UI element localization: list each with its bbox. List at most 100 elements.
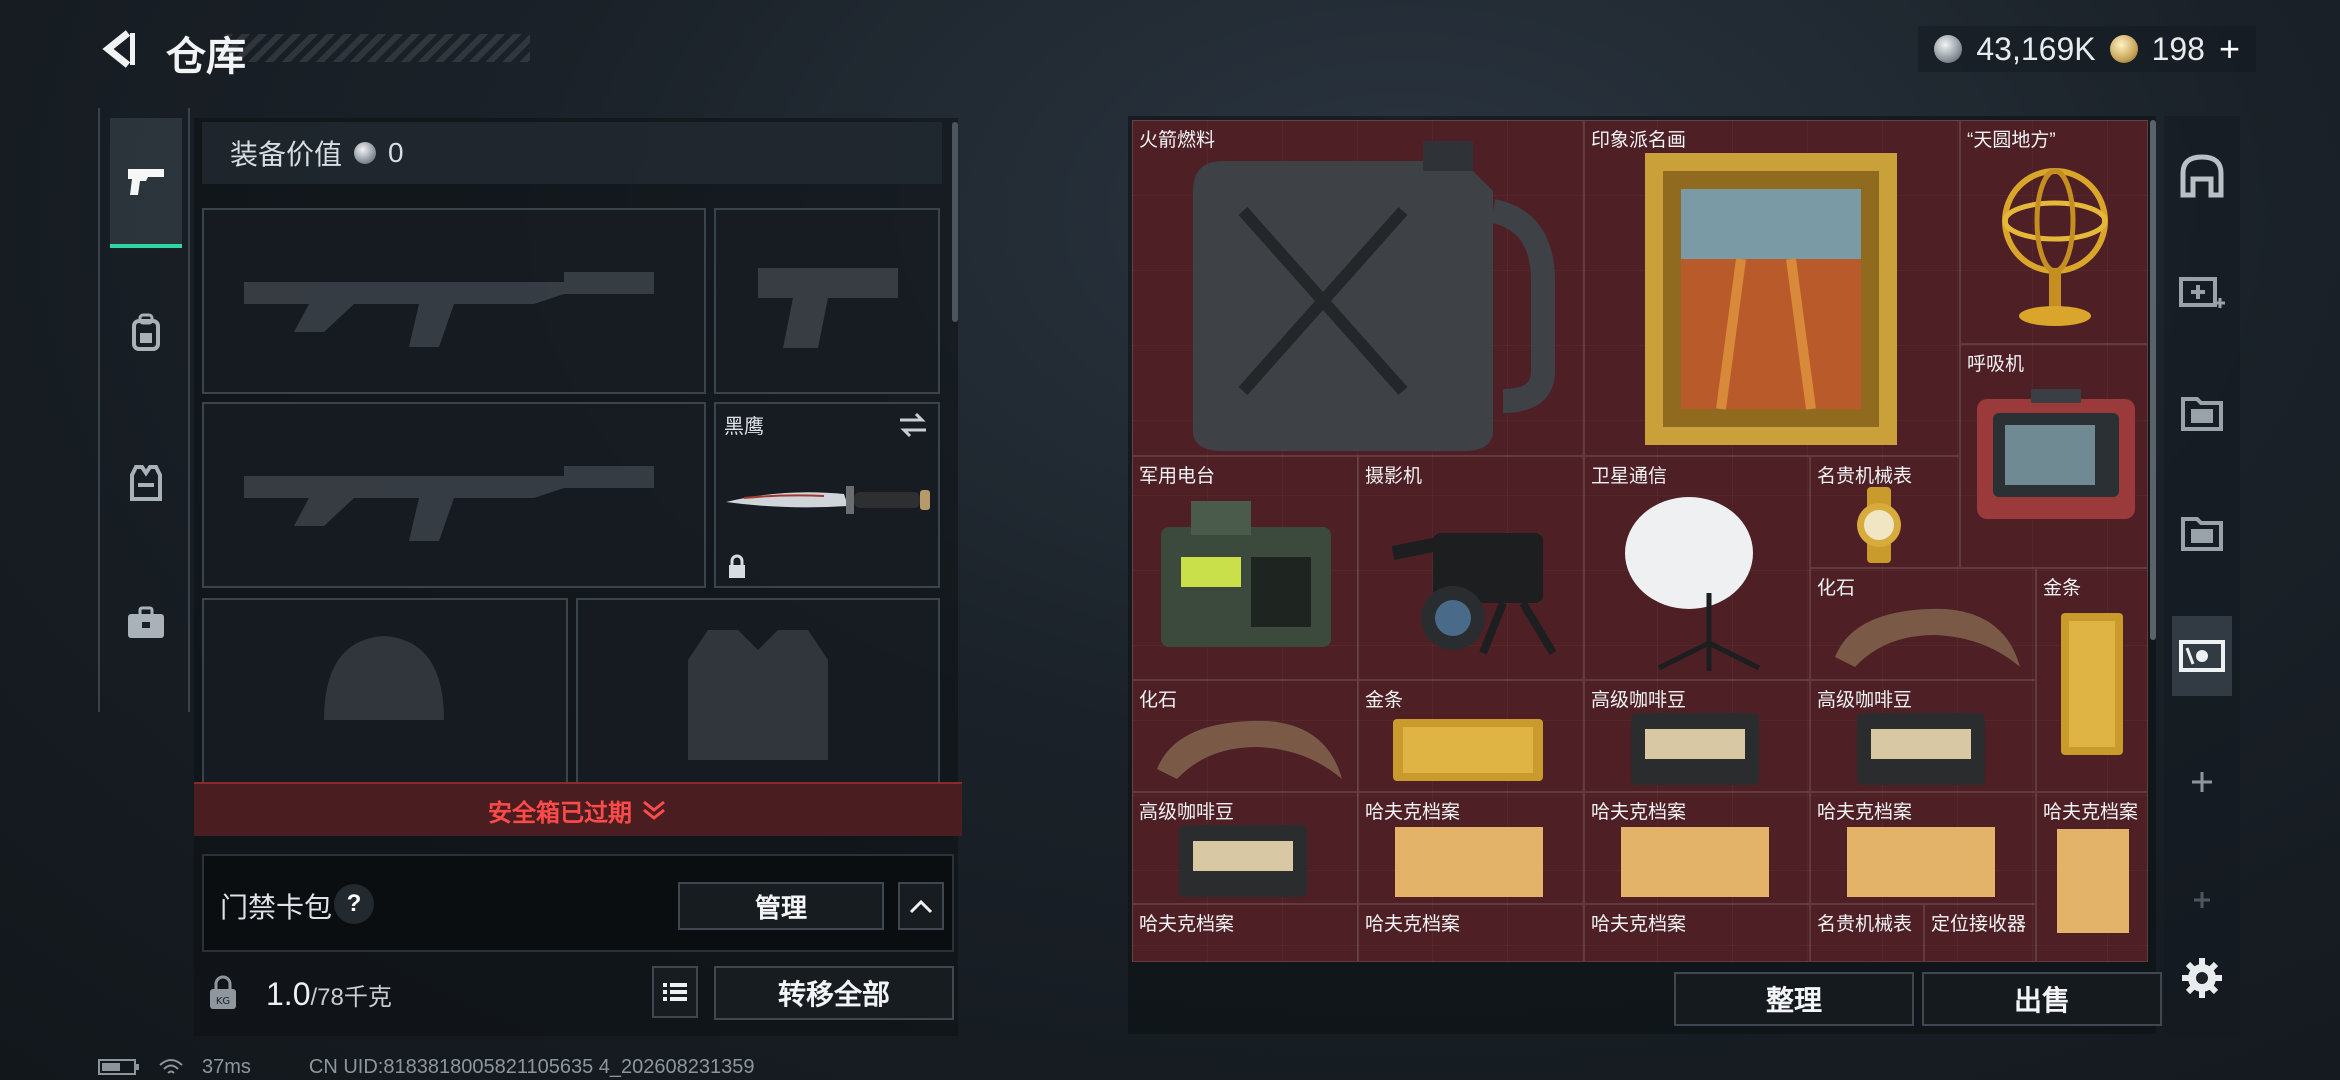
item-name: 哈夫克档案 — [1365, 802, 1461, 823]
gold-bar-icon — [1393, 719, 1543, 781]
equipment-panel: 装备价值 0 黑鹰 安全箱已过期 门禁卡包 ? 管理 KG 1.0/78千克 转… — [194, 118, 962, 1036]
satellite-dish-icon — [1625, 497, 1761, 671]
max-weight: /78千克 — [310, 984, 392, 1011]
item-name: 哈夫克档案 — [1817, 802, 1913, 823]
document-folder-icon — [1395, 827, 1543, 897]
tab-case[interactable] — [110, 558, 182, 688]
item-name: 卫星通信 — [1591, 466, 1668, 487]
storage-item[interactable]: 金条 — [2036, 568, 2148, 792]
equipment-category-tabs — [98, 108, 190, 712]
storage-item[interactable]: 高级咖啡豆 — [1584, 680, 1810, 792]
melee-slot[interactable]: 黑鹰 — [714, 402, 940, 588]
ventilator-icon — [1977, 389, 2135, 519]
vest-icon — [130, 465, 162, 501]
storage-item[interactable]: 哈夫克档案 — [2036, 792, 2148, 962]
sell-button[interactable]: 出售 — [1922, 972, 2162, 1026]
storage-item[interactable]: 卫星通信 — [1584, 456, 1810, 680]
coffee-bag-icon — [1179, 825, 1307, 897]
primary-weapon-slot[interactable] — [202, 208, 706, 394]
current-weight: 1.0 — [266, 976, 311, 1012]
transfer-all-button[interactable]: 转移全部 — [714, 966, 954, 1020]
item-name: 金条 — [2043, 578, 2082, 599]
gear-icon — [2182, 958, 2222, 998]
back-button[interactable] — [96, 24, 144, 74]
tab-ticket[interactable] — [2172, 616, 2232, 696]
tab-backpack[interactable] — [110, 268, 182, 398]
item-name: 高级咖啡豆 — [1591, 690, 1687, 711]
safe-box-status: 安全箱已过期 — [488, 799, 632, 827]
storage-item[interactable]: 呼吸机 — [1960, 344, 2148, 568]
storage-item[interactable]: 名贵机械表 — [1810, 456, 1960, 568]
storage-grid: 火箭燃料 印象派名画 “天圆地方” 呼吸机 军用电台 摄影机 卫星通信 名贵机械… — [1132, 120, 2148, 962]
silver-coin-icon — [1934, 35, 1963, 63]
item-name: 名贵机械表 — [1817, 466, 1913, 487]
equipment-value: 0 — [388, 137, 404, 168]
storage-scrollbar[interactable] — [2150, 120, 2156, 640]
item-name: 哈夫克档案 — [1365, 914, 1461, 935]
helmet-placeholder-icon — [324, 636, 444, 720]
tab-weapons[interactable] — [110, 118, 182, 248]
item-name: “天圆地方” — [1967, 130, 2056, 151]
item-name: 哈夫克档案 — [1139, 914, 1235, 935]
item-name: 摄影机 — [1365, 466, 1423, 487]
storage-item[interactable]: 哈夫克档案 — [1584, 904, 1810, 962]
storage-item[interactable]: 摄影机 — [1358, 456, 1584, 680]
storage-item[interactable]: 哈夫克档案 — [1584, 792, 1810, 904]
storage-item[interactable]: 军用电台 — [1132, 456, 1358, 680]
storage-item[interactable]: 高级咖啡豆 — [1132, 792, 1358, 904]
swap-icon[interactable] — [898, 412, 928, 438]
player-uid: CN UID:8183818005821105635 4_20260823135… — [308, 1055, 755, 1078]
vault-icon — [2180, 154, 2224, 198]
manage-button[interactable]: 管理 — [678, 882, 884, 930]
storage-item[interactable]: 名贵机械表 — [1810, 904, 1924, 962]
add-currency-button[interactable]: + — [2219, 28, 2240, 70]
helmet-slot[interactable] — [202, 598, 568, 788]
ping-readout: 37ms — [202, 1055, 251, 1078]
storage-item[interactable]: 金条 — [1358, 680, 1584, 792]
sidearm-slot[interactable] — [714, 208, 940, 394]
wifi-icon — [159, 1059, 183, 1074]
secondary-weapon-slot[interactable] — [202, 402, 706, 588]
ticket-icon — [2179, 640, 2225, 672]
list-view-button[interactable] — [652, 966, 698, 1018]
storage-item[interactable]: 哈夫克档案 — [1810, 792, 2036, 904]
pistol-placeholder-icon — [758, 268, 898, 348]
tab-folder-1[interactable] — [2172, 372, 2232, 452]
coffee-bag-icon — [1857, 713, 1985, 785]
storage-item[interactable]: 定位接收器 — [1924, 904, 2036, 962]
storage-item[interactable]: 哈夫克档案 — [1358, 904, 1584, 962]
chevron-up-icon — [909, 899, 933, 914]
melee-slot-label: 黑鹰 — [724, 416, 764, 438]
storage-item[interactable]: 化石 — [1810, 568, 2036, 680]
settings-button[interactable] — [2172, 938, 2232, 1018]
document-folder-icon — [2057, 829, 2129, 933]
fossil-icon — [1835, 608, 2020, 667]
camera-icon — [1391, 533, 1557, 656]
storage-item[interactable]: 哈夫克档案 — [1132, 904, 1358, 962]
storage-item[interactable]: 火箭燃料 — [1132, 120, 1584, 456]
add-tab-button[interactable] — [2172, 742, 2232, 822]
add-tab-button-disabled[interactable] — [2172, 860, 2232, 940]
storage-item[interactable]: 高级咖啡豆 — [1810, 680, 2036, 792]
item-name: 哈夫克档案 — [1591, 914, 1687, 935]
tab-vest[interactable] — [110, 418, 182, 548]
tab-folder-2[interactable] — [2172, 492, 2232, 572]
armor-slot[interactable] — [576, 598, 940, 788]
storage-item[interactable]: 哈夫克档案 — [1358, 792, 1584, 904]
storage-item[interactable]: 化石 — [1132, 680, 1358, 792]
item-name: 金条 — [1365, 690, 1404, 711]
keycard-bag-panel: 门禁卡包 ? 管理 — [202, 854, 954, 952]
document-folder-icon — [1621, 827, 1769, 897]
storage-item[interactable]: 印象派名画 — [1584, 120, 1960, 456]
tab-add-storage[interactable] — [2172, 252, 2232, 332]
storage-item[interactable]: “天圆地方” — [1960, 120, 2148, 344]
equipment-scrollbar[interactable] — [952, 122, 958, 322]
currency-bar: 43,169K 198 + — [1918, 26, 2256, 72]
equipment-value-label: 装备价值 — [230, 139, 343, 170]
expand-button[interactable] — [898, 882, 944, 930]
safe-box-expired-banner[interactable]: 安全箱已过期 — [194, 782, 962, 836]
help-button[interactable]: ? — [334, 884, 374, 924]
tab-vault[interactable] — [2172, 136, 2232, 216]
sort-button[interactable]: 整理 — [1674, 972, 1914, 1026]
keycard-bag-label: 门禁卡包 — [220, 892, 333, 923]
